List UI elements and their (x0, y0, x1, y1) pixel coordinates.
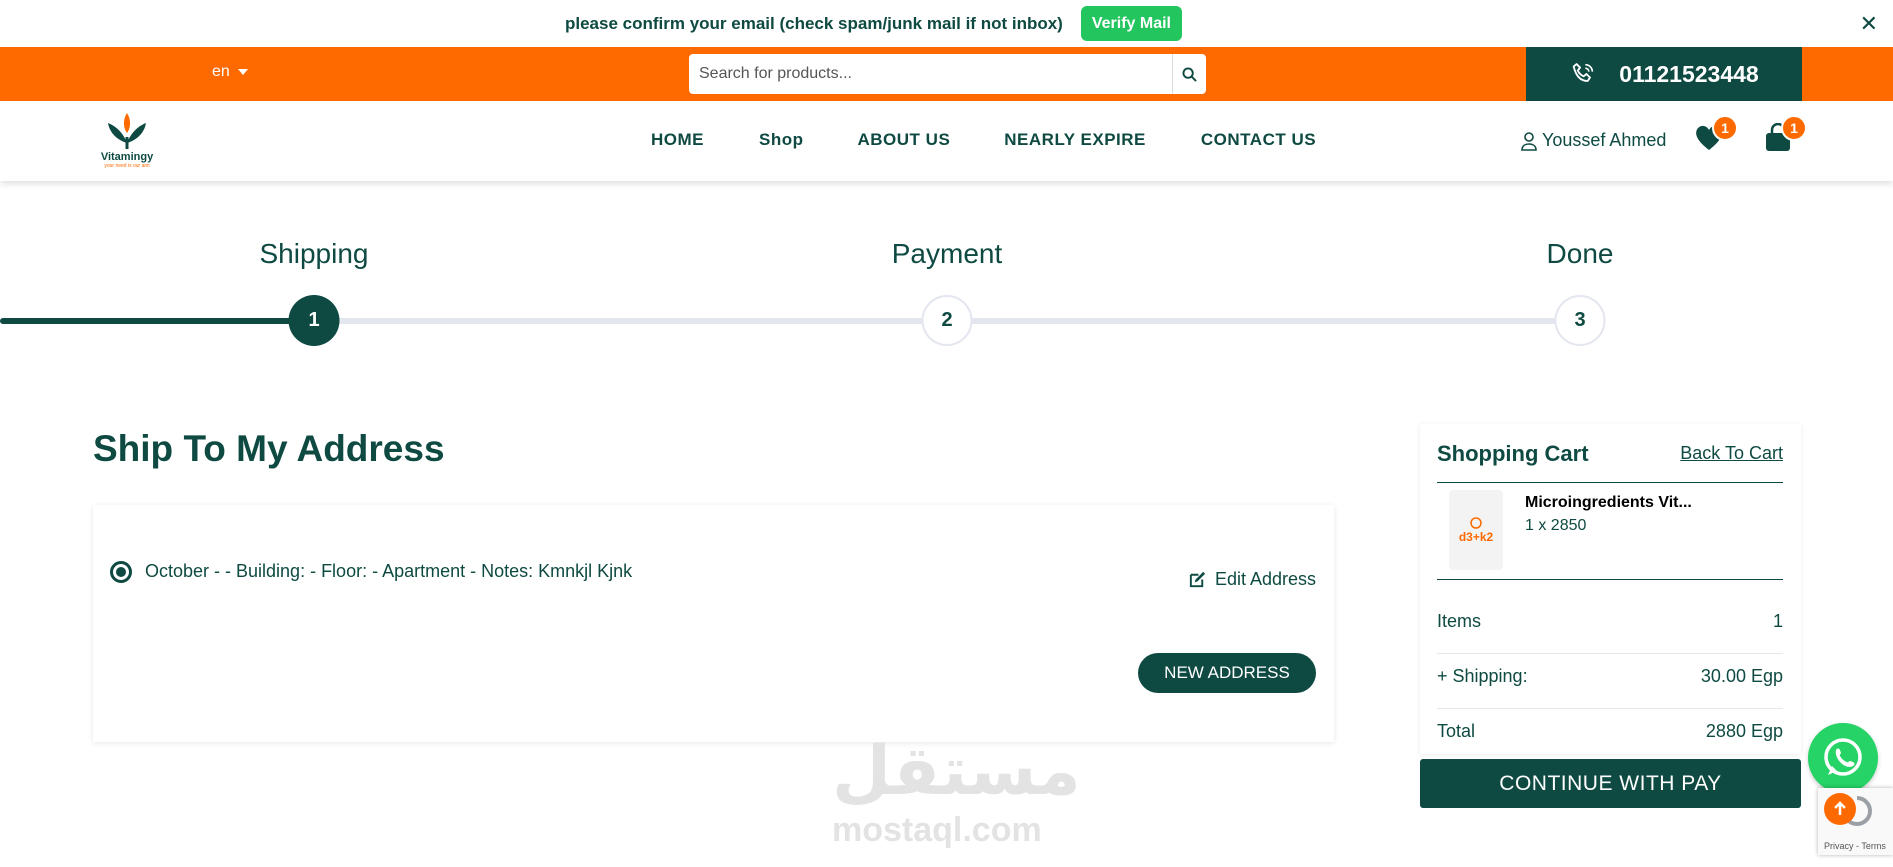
product-quantity-price: 1 x 2850 (1525, 517, 1587, 534)
verify-message: please confirm your email (check spam/ju… (564, 13, 1063, 33)
search-button[interactable] (1172, 54, 1206, 94)
address-line: October - - Building: - Floor: - Apartme… (145, 561, 633, 581)
close-icon[interactable]: ✕ (1860, 11, 1878, 37)
language-select[interactable]: en (212, 63, 248, 81)
shipping-row: + Shipping: 30.00 Egp (1437, 666, 1783, 687)
items-value: 1 (1772, 611, 1783, 631)
logo-leaf-icon (108, 113, 146, 149)
step-circle-2: 2 (921, 295, 973, 346)
product-image-label: d3+k2 (1458, 530, 1494, 544)
recaptcha-links[interactable]: Privacy - Terms (1824, 841, 1886, 851)
divider (1437, 482, 1783, 483)
search-input[interactable] (689, 54, 1172, 94)
new-address-button[interactable]: NEW ADDRESS (1138, 653, 1316, 693)
product-image: d3+k2 (1449, 490, 1503, 570)
logo[interactable]: Vitamingy your need is our aim (97, 109, 157, 177)
top-bar: en 01121523448 (0, 47, 1893, 101)
phone-contact[interactable]: 01121523448 (1526, 47, 1802, 101)
phone-icon (1573, 63, 1594, 82)
items-row: Items 1 (1437, 611, 1783, 632)
nav-about-us[interactable]: ABOUT US (858, 130, 951, 150)
wishlist-count-badge: 1 (1712, 115, 1738, 141)
phone-number: 01121523448 (1619, 60, 1759, 87)
nav-home[interactable]: HOME (651, 130, 704, 150)
brand-tagline: your need is our aim (104, 163, 150, 169)
address-radio[interactable] (110, 561, 132, 583)
user-account[interactable]: Youssef Ahmed (1520, 130, 1666, 151)
verify-mail-button[interactable]: Verify Mail (1080, 6, 1182, 41)
language-value: en (212, 63, 230, 80)
scroll-to-top-button[interactable] (1824, 793, 1856, 825)
step-label-shipping: Shipping (259, 238, 369, 269)
shipping-label: + Shipping: (1437, 666, 1528, 686)
radio-selected-dot (116, 567, 126, 577)
arrow-up-icon (1834, 801, 1846, 815)
step-circle-1: 1 (288, 295, 340, 346)
edit-address-button[interactable]: Edit Address (1188, 569, 1316, 590)
edit-icon (1189, 571, 1206, 588)
search-icon (1182, 66, 1197, 82)
nav-contact-us[interactable]: CONTACT US (1201, 130, 1316, 150)
watermark-arabic: مستقل (832, 732, 1081, 811)
divider (1437, 579, 1783, 580)
cart-summary: Shopping Cart Back To Cart d3+k2 Microin… (1420, 424, 1801, 754)
total-row: Total 2880 Egp (1437, 721, 1783, 742)
checkout-steps: Shipping Payment Done 1 2 3 (0, 230, 1893, 350)
cart-count-badge: 1 (1781, 115, 1807, 141)
continue-with-pay-button[interactable]: CONTINUE WITH PAY (1420, 759, 1801, 808)
edit-address-label: Edit Address (1214, 569, 1316, 589)
progress-track-completed (0, 318, 314, 324)
items-label: Items (1437, 611, 1482, 631)
back-to-cart-link[interactable]: Back To Cart (1680, 443, 1783, 464)
whatsapp-button[interactable] (1808, 723, 1878, 793)
shipping-value: 30.00 Egp (1700, 666, 1783, 686)
step-label-done: Done (1546, 238, 1614, 269)
nav-menu: HOME Shop ABOUT US NEARLY EXPIRE CONTACT… (651, 130, 1316, 150)
main-nav: Vitamingy your need is our aim HOME Shop… (0, 101, 1893, 181)
cart-button[interactable]: 1 (1763, 115, 1807, 153)
nav-shop[interactable]: Shop (759, 130, 804, 150)
total-value: 2880 Egp (1705, 721, 1783, 741)
search-bar (689, 54, 1206, 94)
user-icon (1521, 131, 1537, 151)
divider (1437, 708, 1783, 709)
supplement-pouch-icon (1470, 517, 1482, 529)
step-circle-3: 3 (1554, 295, 1606, 346)
product-name: Microingredients Vit... (1525, 494, 1692, 511)
verify-email-bar: please confirm your email (check spam/ju… (0, 0, 1893, 47)
wishlist-button[interactable]: 1 (1694, 115, 1738, 153)
brand-name: Vitamingy (100, 151, 154, 163)
watermark-latin: mostaql.com (832, 811, 1042, 849)
total-label: Total (1437, 721, 1476, 741)
address-card: October - - Building: - Floor: - Apartme… (93, 505, 1334, 742)
nav-nearly-expire[interactable]: NEARLY EXPIRE (1004, 130, 1146, 150)
whatsapp-icon (1824, 738, 1862, 776)
user-name: Youssef Ahmed (1542, 130, 1667, 150)
step-label-payment: Payment (891, 238, 1003, 269)
cart-title: Shopping Cart (1437, 441, 1589, 466)
page-title: Ship To My Address (93, 428, 445, 469)
divider (1437, 653, 1783, 654)
caret-down-icon (237, 69, 248, 75)
